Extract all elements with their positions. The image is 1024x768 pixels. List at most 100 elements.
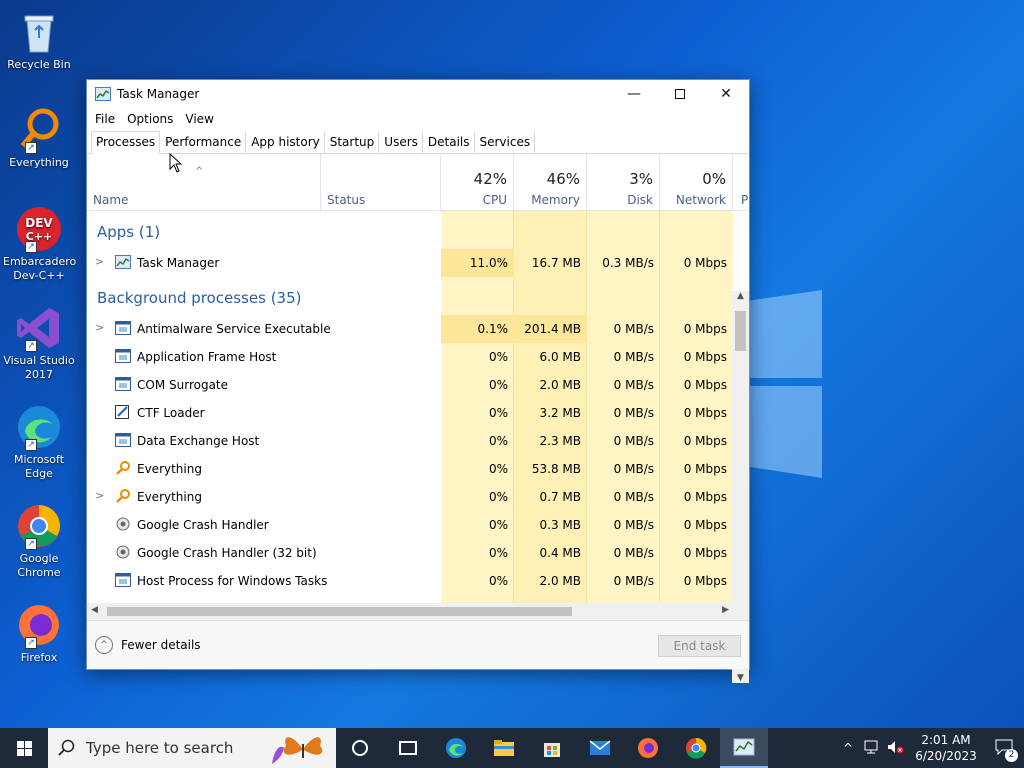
column-header-cpu[interactable]: 42% CPU bbox=[441, 154, 514, 211]
shortcut-arrow-icon: ↗ bbox=[25, 439, 37, 451]
expand-chevron-icon[interactable]: > bbox=[95, 255, 104, 268]
desktop-icon-firefox[interactable]: ↗ Firefox bbox=[3, 601, 75, 665]
taskbar-mail[interactable] bbox=[576, 728, 624, 768]
menu-view[interactable]: View bbox=[185, 112, 213, 126]
process-cpu-value: 0% bbox=[488, 490, 508, 504]
process-disk-value: 0 MB/s bbox=[613, 574, 654, 588]
taskbar-file-explorer[interactable] bbox=[480, 728, 528, 768]
process-network-value: 0 Mbps bbox=[683, 350, 727, 364]
service-icon bbox=[115, 321, 131, 335]
taskbar-edge[interactable] bbox=[432, 728, 480, 768]
crash-handler-icon bbox=[115, 545, 131, 559]
magnifier-icon bbox=[115, 489, 131, 503]
volume-muted-icon[interactable] bbox=[884, 740, 908, 757]
shortcut-arrow-icon: ↗ bbox=[25, 637, 37, 649]
column-header-label: Disk bbox=[627, 193, 653, 207]
mail-icon bbox=[589, 740, 611, 755]
process-disk-value: 0 MB/s bbox=[613, 378, 654, 392]
close-button[interactable]: ✕ bbox=[703, 80, 749, 108]
desktop-icon-everything[interactable]: ↗ Everything bbox=[3, 106, 75, 170]
expand-chevron-icon[interactable]: > bbox=[95, 321, 104, 334]
fewer-details-label: Fewer details bbox=[121, 638, 201, 652]
task-view-button[interactable] bbox=[336, 728, 384, 768]
process-row[interactable]: CTF Loader 0% 3.2 MB 0 MB/s 0 Mbps bbox=[87, 399, 733, 427]
tab-services[interactable]: Services bbox=[475, 131, 536, 153]
magnifier-icon bbox=[115, 461, 131, 475]
scroll-up-icon[interactable]: ▲ bbox=[732, 291, 749, 301]
scroll-left-icon[interactable]: ◀ bbox=[91, 605, 98, 615]
clock[interactable]: 2:01 AM 6/20/2023 bbox=[908, 732, 984, 764]
maximize-icon bbox=[675, 89, 685, 99]
chevron-up-icon[interactable]: ^ bbox=[836, 741, 860, 755]
tab-processes[interactable]: Processes bbox=[91, 131, 161, 154]
taskbar-firefox[interactable] bbox=[624, 728, 672, 768]
desktop-icon-chrome[interactable]: ↗ Google Chrome bbox=[3, 502, 75, 580]
tab-startup[interactable]: Startup bbox=[325, 131, 380, 153]
process-memory-value: 0.4 MB bbox=[539, 546, 581, 560]
minimize-button[interactable]: — bbox=[611, 80, 657, 108]
chrome-icon: ↗ bbox=[15, 502, 63, 550]
process-row[interactable]: Application Frame Host 0% 6.0 MB 0 MB/s 0 Mb… bbox=[87, 343, 733, 371]
taskbar-store[interactable] bbox=[528, 728, 576, 768]
timeline-button[interactable] bbox=[384, 728, 432, 768]
desktop-icon-label: Everything bbox=[9, 156, 69, 169]
notification-count-badge: 2 bbox=[1005, 748, 1018, 762]
chrome-icon bbox=[686, 737, 707, 759]
end-task-button[interactable]: End task bbox=[658, 635, 741, 657]
start-button[interactable] bbox=[0, 728, 48, 768]
process-row[interactable]: > Everything 0% 0.7 MB 0 MB/s 0 Mbps bbox=[87, 483, 733, 511]
notification-center-button[interactable]: 2 bbox=[984, 739, 1024, 762]
scroll-right-icon[interactable]: ▶ bbox=[722, 605, 729, 615]
tab-strip: Processes Performance App history Startu… bbox=[87, 130, 749, 154]
vertical-scroll-thumb[interactable] bbox=[735, 311, 746, 351]
column-header-power[interactable]: P bbox=[733, 154, 750, 211]
process-table: Apps (1) > Task Manager 11.0% 16.7 MB 0.3 MB/… bbox=[87, 211, 749, 603]
desktop-icon-visual-studio[interactable]: ↗ Visual Studio 2017 bbox=[3, 304, 75, 382]
shortcut-arrow-icon: ↗ bbox=[25, 538, 37, 550]
desktop-icon-recycle-bin[interactable]: Recycle Bin bbox=[3, 8, 75, 72]
network-icon[interactable] bbox=[860, 740, 884, 757]
process-row[interactable]: COM Surrogate 0% 2.0 MB 0 MB/s 0 Mbps bbox=[87, 371, 733, 399]
process-row[interactable]: Google Crash Handler (32 bit) 0% 0.4 MB 0 M… bbox=[87, 539, 733, 567]
windows-icon bbox=[16, 740, 32, 756]
maximize-button[interactable] bbox=[657, 80, 703, 108]
column-header-memory[interactable]: 46% Memory bbox=[514, 154, 587, 211]
taskbar-chrome[interactable] bbox=[672, 728, 720, 768]
windows-wallpaper-logo bbox=[750, 290, 822, 480]
tab-performance[interactable]: Performance bbox=[160, 131, 247, 153]
tab-app-history[interactable]: App history bbox=[246, 131, 325, 153]
process-network-value: 0 Mbps bbox=[683, 518, 727, 532]
process-name: Everything bbox=[137, 462, 202, 476]
horizontal-scroll-thumb[interactable] bbox=[107, 607, 572, 616]
process-row[interactable]: Data Exchange Host 0% 2.3 MB 0 MB/s 0 Mbps bbox=[87, 427, 733, 455]
tab-users[interactable]: Users bbox=[379, 131, 423, 153]
column-header-disk[interactable]: 3% Disk bbox=[587, 154, 660, 211]
process-network-value: 0 Mbps bbox=[683, 406, 727, 420]
process-row[interactable]: > Task Manager 11.0% 16.7 MB 0.3 MB/s 0 Mbps bbox=[87, 249, 733, 277]
process-row[interactable]: Host Process for Windows Tasks 0% 2.0 MB 0 … bbox=[87, 567, 733, 595]
process-cpu-value: 0% bbox=[488, 406, 508, 420]
taskbar-search-box[interactable]: Type here to search bbox=[48, 728, 336, 768]
process-memory-value: 2.3 MB bbox=[539, 434, 581, 448]
process-row[interactable]: Google Crash Handler 0% 0.3 MB 0 MB/s 0 Mbps bbox=[87, 511, 733, 539]
process-cpu-value: 11.0% bbox=[469, 256, 508, 270]
process-row[interactable]: Everything 0% 53.8 MB 0 MB/s 0 Mbps bbox=[87, 455, 733, 483]
menu-file[interactable]: File bbox=[95, 112, 115, 126]
tab-details[interactable]: Details bbox=[423, 131, 475, 153]
column-header-network[interactable]: 0% Network bbox=[660, 154, 733, 211]
column-header-name[interactable]: Name bbox=[87, 154, 321, 211]
desktop-icon-dev-cpp[interactable]: DEV C++ ↗ Embarcadero Dev-C++ bbox=[3, 205, 76, 283]
expand-chevron-icon[interactable]: > bbox=[95, 489, 104, 502]
menu-options[interactable]: Options bbox=[127, 112, 173, 126]
menu-bar: File Options View bbox=[87, 108, 749, 130]
scroll-down-icon[interactable]: ▼ bbox=[732, 673, 749, 683]
title-bar[interactable]: Task Manager — ✕ bbox=[87, 80, 749, 108]
fewer-details-button[interactable]: ^ Fewer details bbox=[95, 636, 201, 654]
horizontal-scrollbar[interactable]: ◀ ▶ bbox=[87, 603, 733, 620]
taskbar-task-manager[interactable] bbox=[720, 728, 768, 768]
firefox-icon: ↗ bbox=[15, 601, 63, 649]
process-name: Google Crash Handler (32 bit) bbox=[137, 546, 317, 560]
column-header-status[interactable]: Status bbox=[321, 154, 441, 211]
process-row[interactable]: > Antimalware Service Executable 0.1% 201.4… bbox=[87, 315, 733, 343]
desktop-icon-edge[interactable]: ↗ Microsoft Edge bbox=[3, 403, 75, 481]
